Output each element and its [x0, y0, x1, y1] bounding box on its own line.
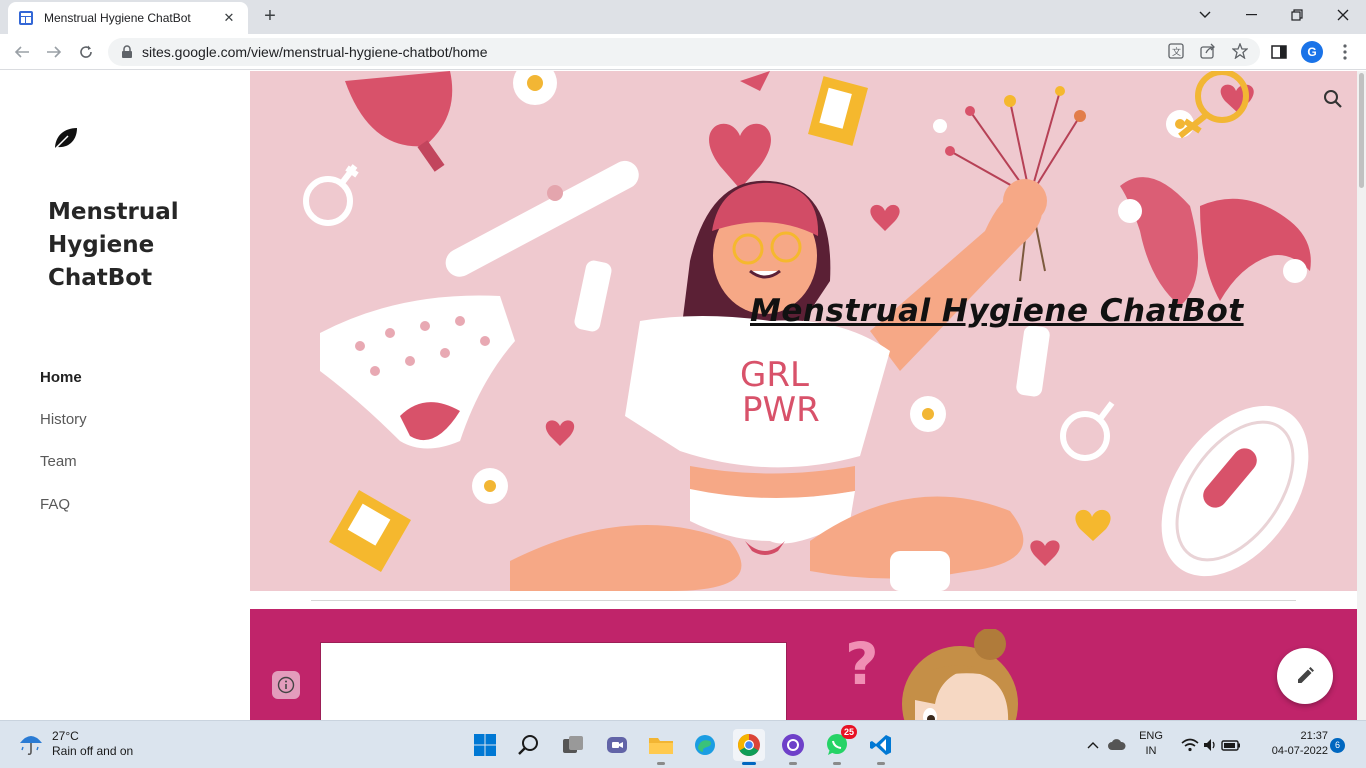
sanitary-pad-illustration — [1161, 405, 1309, 577]
show-hidden-icons-button[interactable] — [1084, 729, 1102, 761]
clock[interactable]: 21:37 04-07-2022 — [1258, 729, 1328, 759]
vscode-icon — [870, 735, 891, 755]
nav-item-faq[interactable]: FAQ — [40, 496, 70, 513]
nav-item-history[interactable]: History — [40, 411, 87, 428]
underwear-illustration — [320, 295, 515, 449]
site-title: Menstrual Hygiene ChatBot — [48, 199, 179, 291]
browser-toolbar: sites.google.com/view/menstrual-hygiene-… — [0, 34, 1366, 70]
share-icon[interactable] — [1199, 42, 1217, 60]
restore-button[interactable] — [1274, 0, 1320, 30]
hero-banner: GRL PWR Menstrual Hygiene ChatBot — [250, 71, 1357, 591]
whatsapp-button[interactable]: 25 — [821, 725, 857, 765]
folder-icon — [649, 738, 673, 754]
whatsapp-notification-badge: 25 — [840, 725, 857, 739]
umbrella-rain-icon — [20, 736, 42, 756]
quick-settings-button[interactable] — [1178, 729, 1244, 761]
edge-browser-button[interactable] — [689, 729, 721, 761]
github-icon — [782, 734, 804, 756]
reload-button[interactable] — [74, 40, 98, 64]
teams-chat-button[interactable] — [601, 729, 633, 761]
question-girl-illustration: ? — [845, 629, 1018, 720]
yellow-heart — [1075, 509, 1111, 541]
language-indicator[interactable]: ENG IN — [1136, 729, 1166, 759]
hero-title: Menstrual Hygiene ChatBot — [750, 293, 1244, 329]
side-panel-icon[interactable] — [1268, 41, 1290, 63]
tab-search-chevron-icon[interactable] — [1182, 0, 1228, 30]
cloud-icon — [1108, 739, 1126, 750]
search-taskbar-button[interactable] — [513, 729, 545, 761]
chatbot-embed-frame[interactable] — [320, 642, 787, 720]
forward-button[interactable] — [42, 40, 66, 64]
tab-title: Menstrual Hygiene ChatBot — [44, 11, 191, 25]
weather-temp: 27°C — [52, 729, 79, 743]
new-tab-button[interactable]: + — [258, 4, 282, 28]
pregnancy-test-illustration — [445, 160, 639, 277]
task-view-button[interactable] — [557, 729, 589, 761]
onedrive-button[interactable] — [1106, 729, 1128, 761]
svg-text:?: ? — [845, 630, 879, 698]
pencil-icon — [1298, 667, 1314, 683]
shirt-text-pwr: PWR — [742, 390, 820, 430]
leaf-logo-icon — [54, 128, 77, 150]
task-view-icon — [563, 736, 583, 753]
video-chat-icon — [607, 737, 627, 753]
page-viewport: Menstrual Hygiene ChatBot Home History T… — [0, 71, 1366, 720]
back-button[interactable] — [10, 40, 34, 64]
close-window-button[interactable] — [1320, 0, 1366, 30]
tab-close-icon[interactable]: ✕ — [220, 10, 238, 26]
girl-illustration: GRL PWR — [510, 179, 1047, 591]
uterus-illustration — [1118, 177, 1311, 306]
windows-taskbar: 27°C Rain off and on 25 ENG IN 21:37 04-… — [0, 720, 1366, 768]
edge-icon — [695, 735, 715, 755]
svg-text:文: 文 — [1172, 46, 1181, 57]
shirt-text-grl: GRL — [740, 355, 809, 395]
site-search-icon[interactable] — [1320, 86, 1346, 112]
browser-tab[interactable]: Menstrual Hygiene ChatBot ✕ — [8, 2, 248, 34]
notification-count-badge[interactable]: 6 — [1330, 738, 1345, 753]
weather-description: Rain off and on — [52, 744, 134, 758]
section-divider — [311, 600, 1296, 601]
speaker-icon — [1204, 739, 1215, 751]
chatbot-section: ? — [250, 609, 1357, 720]
wifi-icon — [1181, 738, 1199, 752]
profile-avatar[interactable]: G — [1301, 41, 1323, 63]
nav-item-home[interactable]: Home — [40, 369, 82, 386]
nav-item-team[interactable]: Team — [40, 453, 77, 470]
bookmark-star-icon[interactable] — [1231, 42, 1249, 60]
info-icon[interactable] — [272, 671, 300, 699]
url-text: sites.google.com/view/menstrual-hygiene-… — [142, 44, 488, 60]
tab-strip: Menstrual Hygiene ChatBot ✕ + — [0, 0, 1366, 34]
windows-logo-icon — [474, 734, 496, 756]
google-sites-icon — [19, 11, 33, 25]
file-explorer-button[interactable] — [645, 729, 677, 765]
more-menu-icon[interactable] — [1334, 41, 1356, 63]
search-icon — [518, 735, 538, 755]
translate-icon[interactable]: 文 — [1167, 42, 1185, 60]
chevron-up-icon — [1087, 742, 1099, 749]
chrome-browser-button[interactable] — [733, 729, 765, 765]
weather-widget[interactable]: 27°C Rain off and on — [18, 729, 133, 759]
menstrual-cup-illustration — [345, 71, 453, 172]
address-bar[interactable]: sites.google.com/view/menstrual-hygiene-… — [108, 38, 1260, 66]
github-desktop-button[interactable] — [777, 729, 809, 765]
start-button[interactable] — [469, 729, 501, 761]
clock-date: 04-07-2022 — [1271, 745, 1328, 757]
minimize-button[interactable] — [1228, 0, 1274, 30]
battery-icon — [1221, 740, 1240, 751]
chrome-icon — [738, 734, 760, 756]
edit-pencil-button[interactable] — [1277, 648, 1333, 704]
hero-illustration: GRL PWR — [303, 71, 1311, 591]
clock-time: 21:37 — [1300, 730, 1328, 742]
scrollbar-thumb[interactable] — [1359, 73, 1364, 188]
vscode-button[interactable] — [865, 729, 897, 765]
lock-icon — [122, 45, 132, 58]
site-sidebar: Menstrual Hygiene ChatBot Home History T… — [0, 71, 250, 720]
